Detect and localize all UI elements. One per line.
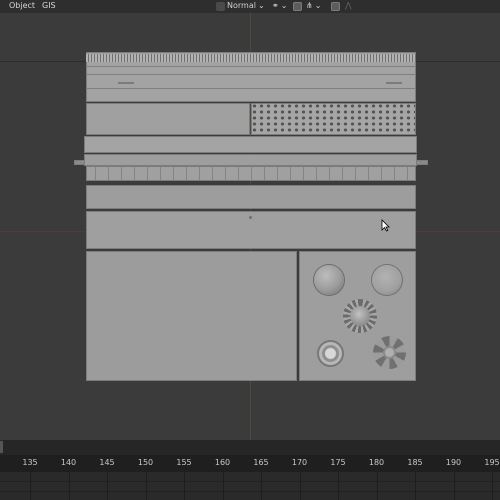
groove bbox=[86, 66, 416, 67]
orientation-icon bbox=[216, 1, 225, 11]
frame-tick bbox=[68, 472, 70, 500]
snap-icon bbox=[293, 1, 302, 11]
timeline-header bbox=[0, 440, 500, 455]
mesh-plate bbox=[86, 185, 416, 209]
frame-tick bbox=[376, 472, 378, 500]
knob-ribbed-icon bbox=[343, 299, 377, 333]
transform-orientation-label: Normal bbox=[227, 1, 256, 10]
falloff-icon: ⋀ bbox=[345, 1, 352, 10]
groove bbox=[86, 88, 416, 89]
frame-label: 185 bbox=[407, 458, 423, 467]
frame-label: 175 bbox=[330, 458, 346, 467]
snap-target-dropdown[interactable]: ⋔ ⌄ bbox=[306, 0, 321, 12]
groove bbox=[86, 74, 416, 75]
snap-target-icon: ⋔ bbox=[306, 1, 313, 10]
proportional-edit-icon bbox=[331, 1, 340, 11]
knob-flat-icon bbox=[372, 265, 402, 295]
mesh-plate-large bbox=[86, 251, 297, 381]
frame-tick bbox=[453, 472, 455, 500]
frame-tick bbox=[184, 472, 185, 500]
frame-tick bbox=[30, 472, 31, 500]
mesh-band bbox=[84, 136, 417, 153]
frame-label: 140 bbox=[60, 458, 77, 467]
timeline-scroll-handle[interactable] bbox=[0, 441, 3, 453]
frame-label: 155 bbox=[176, 458, 192, 467]
proportional-edit-toggle[interactable] bbox=[331, 0, 340, 12]
slot bbox=[118, 82, 134, 84]
mesh-vent-strip bbox=[86, 166, 416, 181]
chevron-down-icon: ⌄ bbox=[314, 1, 322, 10]
viewport-header: Object GIS Normal ⌄ ⚭ ⌄ ⋔ ⌄ ⋀ bbox=[0, 0, 500, 13]
grill-strip bbox=[86, 54, 416, 62]
frame-tick bbox=[338, 472, 339, 500]
menu-object[interactable]: Object bbox=[9, 0, 35, 12]
slot bbox=[386, 82, 402, 84]
frame-tick bbox=[222, 472, 224, 500]
frame-tick bbox=[107, 472, 108, 500]
frame-tick bbox=[261, 472, 262, 500]
knob-cap bbox=[350, 306, 370, 326]
frame-label: 165 bbox=[253, 458, 269, 467]
pivot-icon: ⚭ bbox=[272, 1, 279, 10]
frame-label: 190 bbox=[445, 458, 462, 467]
frame-tick bbox=[492, 472, 493, 500]
timeline-tracks[interactable] bbox=[0, 472, 500, 500]
frame-tick bbox=[415, 472, 416, 500]
mesh-fine-grid-panel bbox=[86, 103, 250, 135]
frame-tick bbox=[145, 472, 147, 500]
pivot-dropdown[interactable]: ⚭ ⌄ bbox=[272, 0, 287, 12]
falloff-dropdown[interactable]: ⋀ bbox=[345, 0, 352, 12]
knob-plain-icon bbox=[314, 265, 344, 295]
chevron-down-icon: ⌄ bbox=[280, 1, 288, 10]
arrow-cursor-icon bbox=[381, 219, 390, 232]
snap-toggle[interactable] bbox=[293, 0, 302, 12]
frame-label: 180 bbox=[368, 458, 385, 467]
knob-hex-icon bbox=[373, 336, 406, 369]
frame-label: 160 bbox=[214, 458, 231, 467]
frame-label: 170 bbox=[291, 458, 308, 467]
mesh-band bbox=[84, 154, 417, 166]
origin-dot bbox=[249, 216, 252, 219]
chevron-down-icon: ⌄ bbox=[257, 1, 265, 10]
transform-orientation-dropdown[interactable]: Normal ⌄ bbox=[216, 0, 265, 12]
frame-tick bbox=[299, 472, 301, 500]
frame-label: 145 bbox=[99, 458, 115, 467]
frame-label: 150 bbox=[137, 458, 154, 467]
mesh-perforated-panel bbox=[251, 103, 416, 135]
frame-label: 135 bbox=[22, 458, 38, 467]
frame-label: 195 bbox=[484, 458, 500, 467]
menu-gis[interactable]: GIS bbox=[42, 0, 56, 12]
mesh-top-rail bbox=[86, 52, 416, 102]
knob-ringed-icon bbox=[317, 340, 344, 367]
track-divider bbox=[0, 481, 500, 482]
track-divider bbox=[0, 491, 500, 492]
